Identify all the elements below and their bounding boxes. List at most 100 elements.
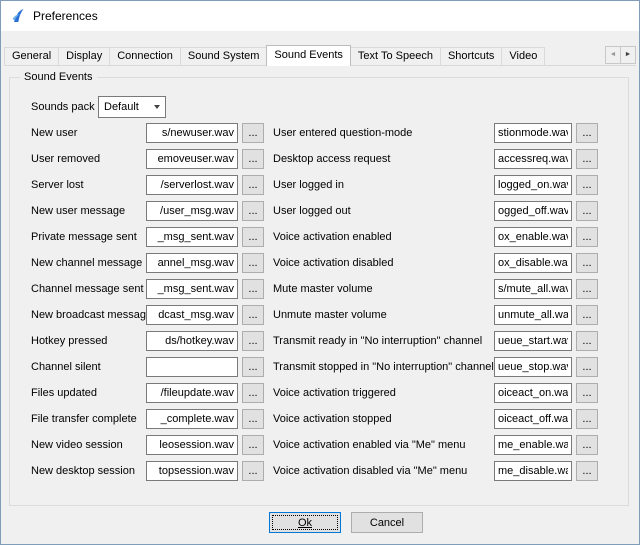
arrow-left-icon: ◄ xyxy=(610,51,617,58)
sounds-pack-select[interactable]: Default xyxy=(98,96,166,118)
tab-scroll-control: ◄ ► xyxy=(605,46,636,64)
sound-event-label: Voice activation triggered xyxy=(273,387,494,399)
sound-event-label: Transmit stopped in "No interruption" ch… xyxy=(273,361,494,373)
browse-button[interactable]: ... xyxy=(576,305,598,325)
browse-button[interactable]: ... xyxy=(576,435,598,455)
sound-event-row: Voice activation triggered... xyxy=(273,380,598,406)
cancel-button[interactable]: Cancel xyxy=(351,512,423,533)
browse-button[interactable]: ... xyxy=(576,175,598,195)
browse-button[interactable]: ... xyxy=(242,435,264,455)
sounds-pack-value: Default xyxy=(104,101,139,113)
sound-event-label: Voice activation disabled xyxy=(273,257,494,269)
sound-file-input[interactable] xyxy=(494,383,572,403)
browse-button[interactable]: ... xyxy=(242,253,264,273)
browse-button[interactable]: ... xyxy=(242,175,264,195)
sound-event-label: User entered question-mode xyxy=(273,127,494,139)
browse-button[interactable]: ... xyxy=(242,279,264,299)
browse-button[interactable]: ... xyxy=(576,409,598,429)
tab-general[interactable]: General xyxy=(4,47,59,65)
tab-connection[interactable]: Connection xyxy=(109,47,181,65)
tab-video[interactable]: Video xyxy=(501,47,545,65)
sound-event-label: Voice activation disabled via "Me" menu xyxy=(273,465,494,477)
browse-button[interactable]: ... xyxy=(242,149,264,169)
sound-file-input[interactable] xyxy=(494,331,572,351)
tab-text-to-speech[interactable]: Text To Speech xyxy=(350,47,441,65)
browse-button[interactable]: ... xyxy=(576,253,598,273)
sound-file-input[interactable] xyxy=(494,461,572,481)
sound-file-input[interactable] xyxy=(146,253,238,273)
sound-file-input[interactable] xyxy=(494,279,572,299)
browse-button[interactable]: ... xyxy=(242,357,264,377)
browse-button[interactable]: ... xyxy=(242,409,264,429)
sound-file-input[interactable] xyxy=(146,175,238,195)
browse-button[interactable]: ... xyxy=(242,123,264,143)
sound-file-input[interactable] xyxy=(494,305,572,325)
sound-event-row: Voice activation enabled... xyxy=(273,224,598,250)
chevron-down-icon xyxy=(154,105,160,109)
sound-event-label: User logged in xyxy=(273,179,494,191)
sound-file-input[interactable] xyxy=(494,123,572,143)
browse-button[interactable]: ... xyxy=(242,383,264,403)
sound-file-input[interactable] xyxy=(146,279,238,299)
sound-event-row: Server lost... xyxy=(31,172,264,198)
browse-button[interactable]: ... xyxy=(242,331,264,351)
browse-button[interactable]: ... xyxy=(576,279,598,299)
sound-file-input[interactable] xyxy=(146,331,238,351)
sound-file-input[interactable] xyxy=(146,227,238,247)
sound-event-row: Channel message sent... xyxy=(31,276,264,302)
sound-event-label: New user message xyxy=(31,205,146,217)
sound-file-input[interactable] xyxy=(146,201,238,221)
browse-button[interactable]: ... xyxy=(576,149,598,169)
tab-shortcuts[interactable]: Shortcuts xyxy=(440,47,502,65)
sound-file-input[interactable] xyxy=(494,201,572,221)
sound-file-input[interactable] xyxy=(146,461,238,481)
sound-file-input[interactable] xyxy=(146,409,238,429)
sound-event-label: Voice activation enabled xyxy=(273,231,494,243)
browse-button[interactable]: ... xyxy=(576,227,598,247)
browse-button[interactable]: ... xyxy=(576,201,598,221)
browse-button[interactable]: ... xyxy=(242,227,264,247)
sound-file-input[interactable] xyxy=(494,149,572,169)
sound-event-row: New broadcast message... xyxy=(31,302,264,328)
app-icon xyxy=(10,8,26,24)
tab-sound-events[interactable]: Sound Events xyxy=(266,45,351,66)
browse-button[interactable]: ... xyxy=(576,383,598,403)
sound-event-row: User logged out... xyxy=(273,198,598,224)
sound-file-input[interactable] xyxy=(146,435,238,455)
sound-file-input[interactable] xyxy=(494,175,572,195)
browse-button[interactable]: ... xyxy=(242,305,264,325)
sound-file-input[interactable] xyxy=(146,149,238,169)
tab-scroll-left-button[interactable]: ◄ xyxy=(605,46,621,64)
tab-sound-system[interactable]: Sound System xyxy=(180,47,268,65)
sound-event-label: Hotkey pressed xyxy=(31,335,146,347)
sound-event-row: Private message sent... xyxy=(31,224,264,250)
browse-button[interactable]: ... xyxy=(576,123,598,143)
sound-file-input[interactable] xyxy=(494,357,572,377)
tab-bar: GeneralDisplayConnectionSound SystemSoun… xyxy=(4,44,636,66)
sound-file-input[interactable] xyxy=(494,227,572,247)
browse-button[interactable]: ... xyxy=(242,461,264,481)
tab-scroll-right-button[interactable]: ► xyxy=(620,46,636,64)
sound-file-input[interactable] xyxy=(494,435,572,455)
ok-button[interactable]: Ok xyxy=(269,512,341,533)
sound-event-row: New channel message... xyxy=(31,250,264,276)
title-bar: Preferences xyxy=(1,1,639,31)
sound-event-label: User logged out xyxy=(273,205,494,217)
sound-event-label: Unmute master volume xyxy=(273,309,494,321)
browse-button[interactable]: ... xyxy=(576,461,598,481)
browse-button[interactable]: ... xyxy=(242,201,264,221)
sound-event-row: Unmute master volume... xyxy=(273,302,598,328)
browse-button[interactable]: ... xyxy=(576,331,598,351)
sound-file-input[interactable] xyxy=(494,253,572,273)
arrow-right-icon: ► xyxy=(625,51,632,58)
sound-event-label: Voice activation stopped xyxy=(273,413,494,425)
tab-display[interactable]: Display xyxy=(58,47,110,65)
sound-file-input[interactable] xyxy=(494,409,572,429)
browse-button[interactable]: ... xyxy=(576,357,598,377)
sound-file-input[interactable] xyxy=(146,123,238,143)
sound-event-row: Voice activation stopped... xyxy=(273,406,598,432)
sound-file-input[interactable] xyxy=(146,305,238,325)
sound-events-column-right: User entered question-mode...Desktop acc… xyxy=(273,120,598,484)
sound-file-input[interactable] xyxy=(146,357,238,377)
sound-file-input[interactable] xyxy=(146,383,238,403)
